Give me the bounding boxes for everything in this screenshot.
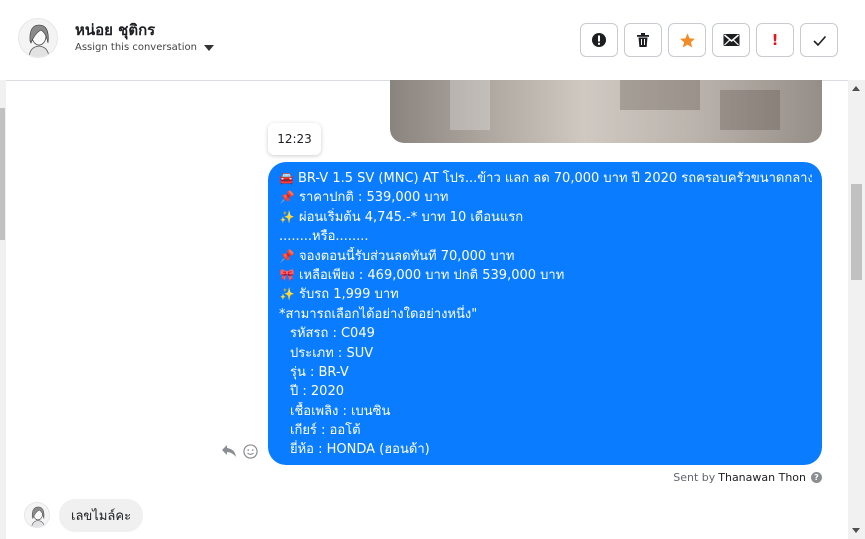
message-line: ........หรือ........ xyxy=(279,227,812,246)
chat-scrollbar-thumb[interactable] xyxy=(851,184,862,280)
message-line-text: ผ่อนเริ่มต้น 4,745.-* บาท 10 เดือนแรก xyxy=(299,209,524,225)
sender-name[interactable]: Thanawan Thon xyxy=(718,471,806,484)
message-reactions xyxy=(221,444,258,459)
pin-icon: 📌 xyxy=(279,248,295,263)
incoming-message-text: เลขไมล์คะ xyxy=(71,509,132,524)
contact-avatar xyxy=(18,18,58,58)
message-line-text: เชื้อเพลิง : เบนซิน xyxy=(290,403,391,419)
scroll-down-arrow-icon[interactable] xyxy=(852,528,860,533)
assign-label: Assign this conversation xyxy=(75,42,197,53)
mail-icon xyxy=(723,34,739,46)
left-panel-scrollbar[interactable] xyxy=(0,80,6,539)
reply-icon[interactable] xyxy=(221,444,237,458)
help-icon[interactable]: ? xyxy=(811,472,822,483)
caret-down-icon xyxy=(203,44,214,51)
message-line-text: รุ่น : BR-V xyxy=(290,364,349,380)
message-line: 📌 ราคาปกติ : 539,000 บาท xyxy=(279,188,812,207)
message-line: *สามารถเลือกได้อย่างใดอย่างหนึ่ง" xyxy=(279,305,812,324)
message-line-text: จองตอนนี้รับส่วนลดทันที 70,000 บาท xyxy=(299,248,515,264)
message-line-text: ยี่ห้อ : HONDA (ฮอนด้า) xyxy=(290,442,430,458)
outgoing-message-bubble[interactable]: 🚘 BR-V 1.5 SV (MNC) AT โปร...ข้าว แลก ลด … xyxy=(268,162,822,465)
message-line-text: ประเภท : SUV xyxy=(290,345,374,361)
message-line: เชื้อเพลิง : เบนซิน xyxy=(279,402,812,421)
message-line: 🎀 เหลือเพียง : 469,000 บาท ปกติ 539,000 บ… xyxy=(279,266,812,285)
message-line: รหัสรถ : C049 xyxy=(279,324,812,343)
alert-button[interactable] xyxy=(580,23,618,57)
trash-icon xyxy=(637,33,649,47)
sparkles-icon: ✨ xyxy=(279,287,295,302)
message-line: ปี : 2020 xyxy=(279,382,812,401)
mark-done-button[interactable] xyxy=(800,23,838,57)
message-line: 🚘 BR-V 1.5 SV (MNC) AT โปร...ข้าว แลก ลด … xyxy=(279,169,812,188)
sent-by-prefix: Sent by xyxy=(673,471,716,484)
message-line-text: *สามารถเลือกได้อย่างใดอย่างหนึ่ง" xyxy=(279,306,478,322)
message-line: รุ่น : BR-V xyxy=(279,363,812,382)
incoming-message-bubble[interactable]: เลขไมล์คะ xyxy=(59,499,144,532)
star-icon xyxy=(679,32,695,47)
delete-button[interactable] xyxy=(624,23,662,57)
message-line-text: รับรถ 1,999 บาท xyxy=(299,287,399,303)
alert-circle-icon xyxy=(592,33,606,47)
star-button[interactable] xyxy=(668,23,706,57)
incoming-contact-avatar xyxy=(24,502,50,528)
scroll-up-arrow-icon[interactable] xyxy=(852,86,860,91)
message-line: ✨ รับรถ 1,999 บาท xyxy=(279,285,812,304)
message-line-text: ปี : 2020 xyxy=(290,384,344,400)
message-line: ยี่ห้อ : HONDA (ฮอนด้า) xyxy=(279,440,812,459)
message-line-text: รหัสรถ : C049 xyxy=(290,326,375,342)
message-line-text: BR-V 1.5 SV (MNC) AT โปร...ข้าว แลก ลด 7… xyxy=(297,171,812,186)
contact-name: หน่อย ชุติกร xyxy=(75,21,156,39)
previous-image-attachment[interactable] xyxy=(390,80,822,143)
check-icon xyxy=(812,35,826,46)
mark-urgent-button[interactable]: ! xyxy=(756,23,794,57)
message-line: เกียร์ : ออโต้ xyxy=(279,421,812,440)
sent-by-label: Sent by Thanawan Thon ? xyxy=(673,471,822,484)
message-line: 📌 จองตอนนี้รับส่วนลดทันที 70,000 บาท xyxy=(279,247,812,266)
pin-icon: 📌 xyxy=(279,190,295,205)
exclamation-icon: ! xyxy=(771,31,779,49)
chat-scrollbar[interactable] xyxy=(848,80,865,539)
car-icon: 🚘 xyxy=(279,171,294,185)
message-line-text: เกียร์ : ออโต้ xyxy=(290,423,361,439)
assign-conversation-dropdown[interactable]: Assign this conversation xyxy=(75,42,214,53)
message-timestamp: 12:23 xyxy=(268,123,321,155)
header-actions: ! xyxy=(580,23,838,57)
message-line-text: ราคาปกติ : 539,000 บาท xyxy=(299,190,449,206)
message-line: ✨ ผ่อนเริ่มต้น 4,745.-* บาท 10 เดือนแรก xyxy=(279,208,812,227)
conversation-header: หน่อย ชุติกร Assign this conversation ! xyxy=(0,0,865,81)
ribbon-icon: 🎀 xyxy=(279,267,295,282)
email-button[interactable] xyxy=(712,23,750,57)
message-line-text: ........หรือ........ xyxy=(279,229,369,245)
emoji-icon[interactable] xyxy=(243,444,258,459)
message-line-text: เหลือเพียง : 469,000 บาท ปกติ 539,000 บา… xyxy=(299,267,565,283)
message-line: ประเภท : SUV xyxy=(279,344,812,363)
left-scrollbar-thumb[interactable] xyxy=(0,108,5,240)
sparkles-icon: ✨ xyxy=(279,209,295,224)
